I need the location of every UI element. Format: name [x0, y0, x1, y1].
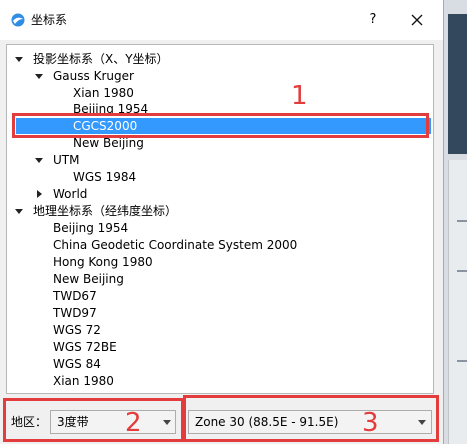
tree-node-projected[interactable]: 投影坐标系（X、Y坐标）	[33, 51, 169, 68]
collapse-arrow-icon[interactable]	[35, 158, 43, 163]
tree-node-geo-twd67[interactable]: TWD67	[53, 288, 97, 305]
close-icon	[411, 14, 423, 26]
annotation-number-1: 1	[291, 81, 308, 111]
annotation-box-2	[3, 398, 184, 442]
tree-node-world[interactable]: World	[53, 186, 87, 203]
annotation-box-3	[183, 395, 439, 442]
tree-node-geo-hong-kong-1980[interactable]: Hong Kong 1980	[53, 254, 153, 271]
collapse-arrow-icon[interactable]	[15, 57, 23, 62]
coordinate-system-dialog: 坐标系 ? 投影坐标系（X、Y坐标） Gauss Kruger Xian 198…	[0, 0, 444, 444]
annotation-box-1	[12, 113, 429, 138]
background-window	[444, 0, 467, 444]
window-title: 坐标系	[31, 13, 68, 27]
annotation-number-2: 2	[125, 408, 142, 438]
coordinate-tree[interactable]: 投影坐标系（X、Y坐标） Gauss Kruger Xian 1980 Beij…	[6, 44, 434, 394]
tree-node-geo-wgs-72[interactable]: WGS 72	[53, 322, 101, 339]
tree-node-geo-beijing-1954[interactable]: Beijing 1954	[53, 220, 128, 237]
tree-node-geo-new-beijing[interactable]: New Beijing	[53, 271, 124, 288]
help-button[interactable]: ?	[360, 8, 386, 32]
tree-node-geographic[interactable]: 地理坐标系（经纬度坐标）	[33, 203, 177, 220]
tree-node-geo-xian-1980[interactable]: Xian 1980	[53, 373, 114, 390]
collapse-arrow-icon[interactable]	[35, 74, 43, 79]
collapse-arrow-icon[interactable]	[15, 209, 23, 214]
tree-node-xian-1980[interactable]: Xian 1980	[73, 85, 134, 102]
tree-node-gauss-kruger[interactable]: Gauss Kruger	[53, 68, 134, 85]
app-logo-icon	[11, 13, 25, 27]
close-button[interactable]	[404, 8, 430, 32]
annotation-number-3: 3	[362, 408, 379, 438]
tree-node-geo-cgcs2000[interactable]: China Geodetic Coordinate System 2000	[53, 237, 297, 254]
tree-node-wgs-1984[interactable]: WGS 1984	[73, 169, 136, 186]
expand-arrow-icon[interactable]	[37, 190, 42, 198]
tree-node-utm[interactable]: UTM	[53, 152, 79, 169]
tree-node-geo-wgs-84[interactable]: WGS 84	[53, 356, 101, 373]
tree-node-geo-wgs-72be[interactable]: WGS 72BE	[53, 339, 117, 356]
title-bar: 坐标系 ?	[0, 0, 443, 40]
tree-node-geo-twd97[interactable]: TWD97	[53, 305, 97, 322]
